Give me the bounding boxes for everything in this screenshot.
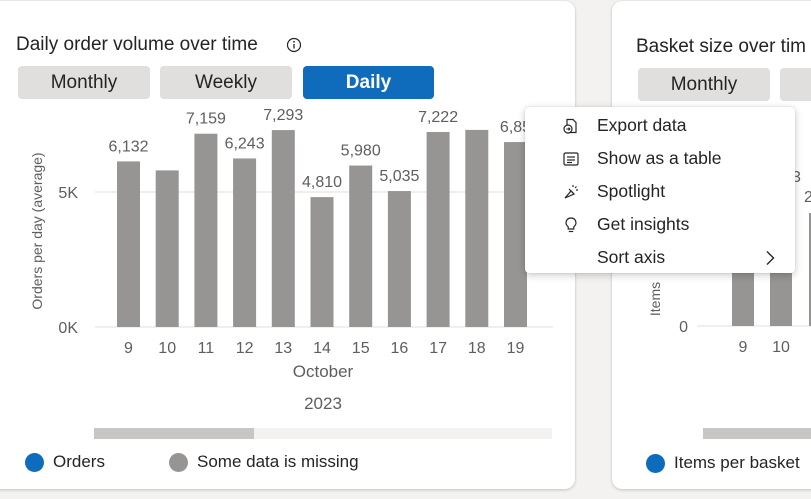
menu-item-label: Show as a table [597, 148, 722, 168]
menu-item-sort-axis[interactable]: Sort axis [525, 241, 795, 274]
x-tick-label: 16 [391, 340, 409, 357]
x-axis-year-label: 2023 [304, 394, 342, 413]
menu-item-export-data[interactable]: Export data [525, 109, 795, 142]
menu-item-label: Spotlight [597, 181, 666, 201]
data-label: 7,159 [186, 111, 226, 128]
order-volume-card: Daily order volume over time Monthly Wee… [0, 1, 575, 489]
bar[interactable] [732, 273, 754, 326]
y-axis-title: Orders per day (average) [29, 152, 45, 309]
x-tick-label: 10 [772, 339, 790, 356]
bar[interactable] [504, 142, 527, 327]
menu-item-label: Export data [597, 115, 687, 135]
bar-chart: 0K 5K 6,132 9 10 7,159 11 6,243 12 7,293 13 4,810 14… [29, 107, 553, 439]
legend-label: Orders [53, 452, 105, 471]
x-tick-label: 10 [158, 340, 176, 357]
x-tick-label: 15 [352, 340, 370, 357]
x-tick-label: 14 [313, 340, 331, 357]
x-tick-label: 13 [274, 340, 292, 357]
data-label: 6,132 [108, 138, 148, 155]
x-tick-label: 11 [198, 340, 215, 357]
legend-label: Items per basket [674, 453, 800, 472]
x-tick-label: 9 [124, 340, 133, 357]
menu-item-spotlight[interactable]: Spotlight [525, 175, 795, 208]
y-tick-label: 0 [679, 319, 688, 336]
menu-item-label: Get insights [597, 214, 690, 234]
scrollbar-thumb[interactable] [703, 428, 811, 439]
legend-item-items-per-basket[interactable]: Items per basket [646, 453, 800, 473]
x-tick-label: 19 [507, 340, 525, 357]
data-label: 6,243 [225, 135, 265, 152]
menu-item-show-as-table[interactable]: Show as a table [525, 142, 795, 175]
data-label: 5,035 [379, 168, 419, 185]
y-tick-label: 0K [58, 320, 78, 337]
table-icon [563, 152, 579, 166]
bar[interactable] [349, 165, 373, 327]
bar[interactable] [155, 170, 179, 327]
data-label: 2 [804, 189, 811, 206]
legend-item-missing[interactable]: Some data is missing [169, 452, 359, 472]
legend-label: Some data is missing [197, 452, 359, 471]
x-tick-label: 9 [739, 339, 748, 356]
bar[interactable] [465, 129, 489, 327]
legend-dot [646, 453, 665, 473]
x-tick-label: 18 [468, 340, 486, 357]
data-label: 4,810 [302, 174, 342, 191]
lightbulb-icon [565, 217, 577, 233]
menu-item-get-insights[interactable]: Get insights [525, 208, 795, 241]
bar[interactable] [770, 273, 792, 326]
data-label: 7,222 [418, 109, 458, 126]
chevron-right-icon [766, 251, 775, 265]
spotlight-icon [564, 185, 578, 199]
bar[interactable] [426, 132, 450, 327]
scrollbar-thumb[interactable] [94, 428, 254, 439]
legend-dot [169, 452, 188, 472]
bar[interactable] [271, 130, 295, 327]
legend-dot [25, 452, 44, 472]
bar[interactable] [117, 161, 140, 327]
bar[interactable] [233, 158, 257, 327]
x-tick-label: 12 [236, 340, 254, 357]
x-tick-label: 17 [429, 340, 447, 357]
bar[interactable] [194, 133, 218, 327]
y-tick-label: 5K [58, 185, 78, 202]
x-axis-group-label: October [293, 362, 354, 381]
bar[interactable] [387, 191, 411, 327]
export-icon [563, 118, 577, 134]
data-label: 5,980 [341, 143, 381, 160]
context-menu: Export data Show as a table Spotlight Ge… [525, 107, 795, 273]
legend-item-orders[interactable]: Orders [25, 452, 105, 472]
menu-item-label: Sort axis [597, 247, 666, 267]
y-axis-title: Items [647, 282, 663, 316]
data-label: 7,293 [263, 107, 303, 124]
bar[interactable] [310, 197, 334, 327]
